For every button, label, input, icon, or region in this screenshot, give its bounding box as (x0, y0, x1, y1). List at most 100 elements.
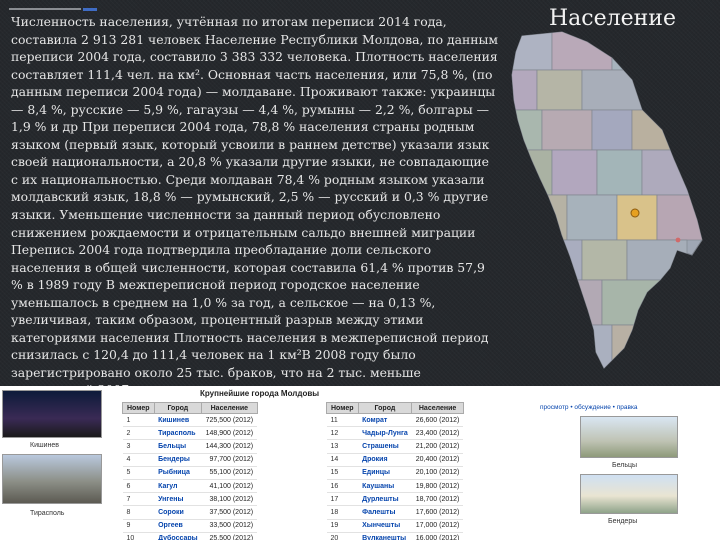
photo-label-chisinau: Кишинев (30, 442, 59, 449)
population-value: 23,400 (2012) (411, 426, 464, 441)
row-number: 19 (326, 519, 359, 533)
population-value: 725,500 (2012) (201, 413, 258, 428)
population-value: 18,700 (2012) (411, 492, 464, 507)
table-row: 5 Рыбница 55,100 (2012) (122, 466, 258, 480)
photo-tiraspol (2, 454, 102, 504)
table-row: 12 Чадыр-Лунга 23,400 (2012) (326, 426, 464, 441)
population-value: 97,700 (2012) (201, 453, 258, 467)
cities-table-left: Номер Город Население 1 Кишинев 725,500 (2… (122, 402, 258, 540)
col-header-city: Город (357, 402, 413, 414)
row-number: 1 (122, 413, 155, 428)
table-row: 1 Кишинев 725,500 (2012) (122, 413, 258, 428)
population-value: 55,100 (2012) (201, 466, 258, 480)
city-link[interactable]: Бельцы (154, 439, 202, 454)
population-value: 19,800 (2012) (411, 479, 464, 494)
row-number: 13 (326, 439, 359, 454)
city-link[interactable]: Дубоссары (154, 532, 202, 540)
city-link[interactable]: Бендеры (154, 453, 202, 467)
table-row: 7 Унгены 38,100 (2012) (122, 492, 258, 507)
table-row: 8 Сороки 37,500 (2012) (122, 505, 258, 520)
city-link[interactable]: Фалешты (358, 505, 412, 520)
table-row: 14 Дрокия 20,400 (2012) (326, 453, 464, 467)
city-link[interactable]: Дурлешты (358, 492, 412, 507)
table-row: 17 Дурлешты 18,700 (2012) (326, 492, 464, 507)
population-value: 25,500 (2012) (201, 532, 258, 540)
population-value: 33,500 (2012) (201, 519, 258, 533)
moldova-region-map (492, 30, 714, 375)
map-districts (512, 32, 702, 368)
table-row: 18 Фалешты 17,600 (2012) (326, 505, 464, 520)
table-row: 6 Кагул 41,100 (2012) (122, 479, 258, 494)
col-header-population: Население (411, 402, 464, 414)
table-row: 11 Комрат 26,600 (2012) (326, 413, 464, 428)
accent-bar-grey (9, 8, 81, 10)
city-link[interactable]: Унгены (154, 492, 202, 507)
cities-table-title: Крупнейшие города Молдовы (200, 389, 320, 398)
photo-chisinau (2, 390, 102, 438)
col-header-city: Город (153, 402, 203, 414)
row-number: 7 (122, 492, 155, 507)
population-value: 17,000 (2012) (411, 519, 464, 533)
city-link[interactable]: Вулканешты (358, 532, 412, 540)
table-row: 9 Оргеев 33,500 (2012) (122, 519, 258, 533)
map-svg (511, 31, 703, 369)
row-number: 15 (326, 466, 359, 480)
col-header-number: Номер (122, 402, 155, 414)
city-link[interactable]: Единцы (358, 466, 412, 480)
row-number: 9 (122, 519, 155, 533)
population-value: 20,100 (2012) (411, 466, 464, 480)
city-link[interactable]: Рыбница (154, 466, 202, 480)
population-value: 20,400 (2012) (411, 453, 464, 467)
row-number: 2 (122, 426, 155, 441)
capital-marker (630, 208, 640, 218)
population-value: 37,500 (2012) (201, 505, 258, 520)
population-value: 41,100 (2012) (201, 479, 258, 494)
city-link[interactable]: Кагул (154, 479, 202, 494)
row-number: 16 (326, 479, 359, 494)
row-number: 8 (122, 505, 155, 520)
row-number: 17 (326, 492, 359, 507)
infobox-nav-links[interactable]: просмотр • обсуждение • правка (540, 404, 638, 411)
row-number: 6 (122, 479, 155, 494)
accent-bar-blue (83, 8, 97, 11)
city-link[interactable]: Хынчешты (358, 519, 412, 533)
city-link[interactable]: Тирасполь (154, 426, 202, 441)
population-value: 148,900 (2012) (201, 426, 258, 441)
row-number: 11 (326, 413, 359, 428)
population-value: 21,200 (2012) (411, 439, 464, 454)
row-number: 12 (326, 426, 359, 441)
row-number: 5 (122, 466, 155, 480)
slide-heading: Население (549, 6, 676, 31)
city-link[interactable]: Оргеев (154, 519, 202, 533)
cities-table-right: Номер Город Население 11 Комрат 26,600 (20… (326, 402, 464, 540)
population-value: 38,100 (2012) (201, 492, 258, 507)
population-paragraph: Численность населения, учтённая по итога… (11, 14, 499, 397)
city-link[interactable]: Страшены (358, 439, 412, 454)
city-link[interactable]: Комрат (358, 413, 412, 428)
photo-label-bender: Бендеры (608, 518, 638, 525)
population-value: 17,600 (2012) (411, 505, 464, 520)
slide-top-accent (9, 8, 99, 11)
city-link[interactable]: Дрокия (358, 453, 412, 467)
row-number: 3 (122, 439, 155, 454)
row-number: 20 (326, 532, 359, 540)
row-number: 4 (122, 453, 155, 467)
table-row: 16 Каушаны 19,800 (2012) (326, 479, 464, 494)
photo-bender (580, 474, 678, 514)
city-marker (675, 237, 681, 243)
row-number: 10 (122, 532, 155, 540)
row-number: 18 (326, 505, 359, 520)
table-row: 15 Единцы 20,100 (2012) (326, 466, 464, 480)
table-row: 20 Вулканешты 16,000 (2012) (326, 532, 464, 540)
table-row: 19 Хынчешты 17,000 (2012) (326, 519, 464, 533)
col-header-number: Номер (326, 402, 359, 414)
city-link[interactable]: Чадыр-Лунга (358, 426, 412, 441)
photo-balti (580, 416, 678, 458)
photo-label-balti: Бельцы (612, 462, 638, 469)
population-value: 16,000 (2012) (411, 532, 464, 540)
photo-label-tiraspol: Тирасполь (30, 510, 65, 517)
city-link[interactable]: Кишинев (154, 413, 202, 428)
cities-infobox: Кишинев Тирасполь Крупнейшие города Молд… (0, 386, 720, 540)
city-link[interactable]: Каушаны (358, 479, 412, 494)
city-link[interactable]: Сороки (154, 505, 202, 520)
